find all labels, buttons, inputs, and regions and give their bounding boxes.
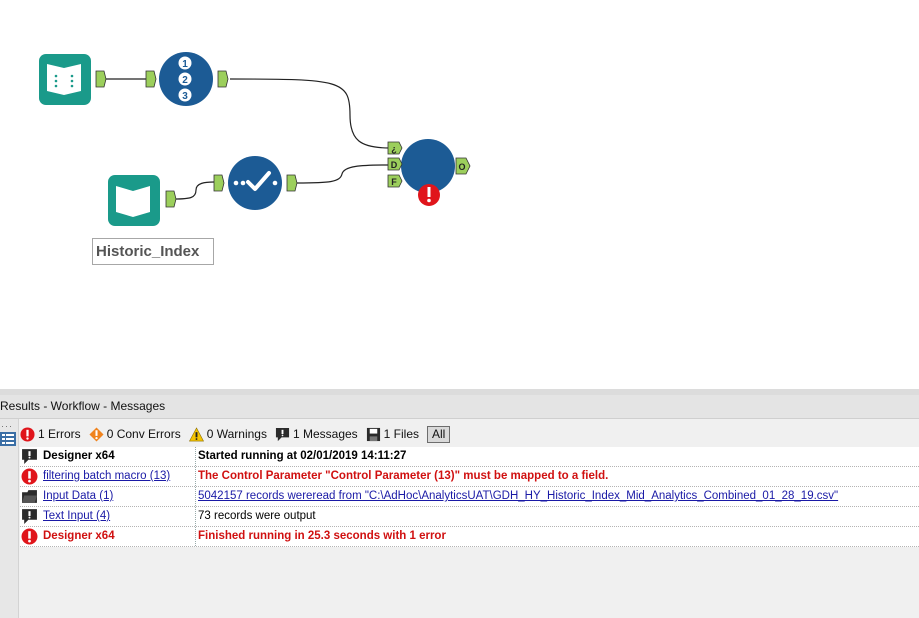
filter-conv-errors[interactable]: 0 Conv Errors [89,426,181,442]
table-row[interactable]: filtering batch macro (13) The Control P… [20,467,919,487]
anchor-label-top: ¿ [391,144,397,154]
filter-messages[interactable]: 1 Messages [275,427,358,442]
error-icon [20,426,35,442]
message-icon [22,509,37,524]
filter-warnings[interactable]: 0 Warnings [188,426,267,442]
row-tool-link[interactable]: Text Input (4) [43,507,193,526]
svg-text:2: 2 [182,75,188,86]
results-panel: Results - Workflow - Messages ··· 1 Erro… [0,395,919,618]
folder-icon [22,490,37,503]
row-tool-name: Designer x64 [43,530,115,542]
connection-line [296,164,389,184]
messages-table: Designer x64 Started running at 02/01/20… [20,447,919,547]
message-icon [275,427,290,441]
workflow-graph: 1 2 3 ¿ D F O [39,52,471,226]
anchor-label-middle: D [391,160,398,170]
output-anchor[interactable] [95,70,107,88]
message-filter-bar: 1 Errors 0 Conv Errors 0 Warnings 1 Mess… [20,424,458,444]
row-message-link[interactable]: 5042157 records wereread from "C:\AdHoc\… [198,487,838,506]
warning-icon [188,426,204,441]
input-data-tool[interactable] [108,175,160,226]
output-anchor[interactable] [165,190,177,208]
output-anchor[interactable] [217,70,229,88]
text-input-tool[interactable] [39,54,91,105]
connection-line [229,78,391,149]
conversion-error-icon [89,426,104,442]
grip-dots-icon[interactable]: ··· [1,421,13,431]
row-message: 73 records were output [198,510,316,522]
table-row[interactable]: Input Data (1) 5042157 records wereread … [20,487,919,507]
filter-messages-label: 1 Messages [292,427,358,441]
filter-warnings-label: 0 Warnings [206,427,267,441]
filter-files[interactable]: 1 Files [366,427,419,442]
error-badge-icon [418,184,440,206]
svg-text:1: 1 [182,59,188,70]
anchor-label-output: O [458,162,465,172]
table-row[interactable]: Designer x64 Started running at 02/01/20… [20,447,919,467]
connection-line [173,181,215,200]
message-icon [22,449,37,464]
filter-all-button[interactable]: All [427,425,451,443]
list-view-icon[interactable] [0,431,16,447]
select-tool[interactable] [228,156,282,210]
error-icon [21,528,38,545]
filter-errors-label: 1 Errors [38,427,81,441]
output-anchor[interactable] [286,174,298,192]
macro-input-anchors[interactable]: ¿ D F [387,141,403,188]
row-tool-name: Designer x64 [43,450,115,462]
row-message: Finished running in 25.3 seconds with 1 … [198,530,446,542]
input-anchor[interactable] [145,70,157,88]
results-title: Results - Workflow - Messages [0,395,919,419]
filter-files-label: 1 Files [383,427,420,441]
record-id-tool[interactable]: 1 2 3 [159,52,213,106]
row-message: The Control Parameter "Control Parameter… [198,470,609,482]
anchor-label-bottom: F [391,177,397,187]
results-side-strip: ··· [0,419,19,618]
file-icon [366,427,380,441]
filter-errors[interactable]: 1 Errors [20,426,81,442]
row-tool-link[interactable]: Input Data (1) [43,487,193,506]
svg-text:3: 3 [182,91,188,102]
table-row[interactable]: Designer x64 Finished running in 25.3 se… [20,527,919,547]
input-anchor[interactable] [213,174,225,192]
error-icon [21,468,38,485]
row-tool-link[interactable]: filtering batch macro (13) [43,467,193,486]
tool-annotation-label[interactable]: Historic_Index [92,238,214,265]
workflow-canvas[interactable]: 1 2 3 ¿ D F O Historic_Index [0,0,919,389]
row-message: Started running at 02/01/2019 14:11:27 [198,450,407,462]
table-row[interactable]: Text Input (4) 73 records were output [20,507,919,527]
filter-conv-errors-label: 0 Conv Errors [106,427,181,441]
